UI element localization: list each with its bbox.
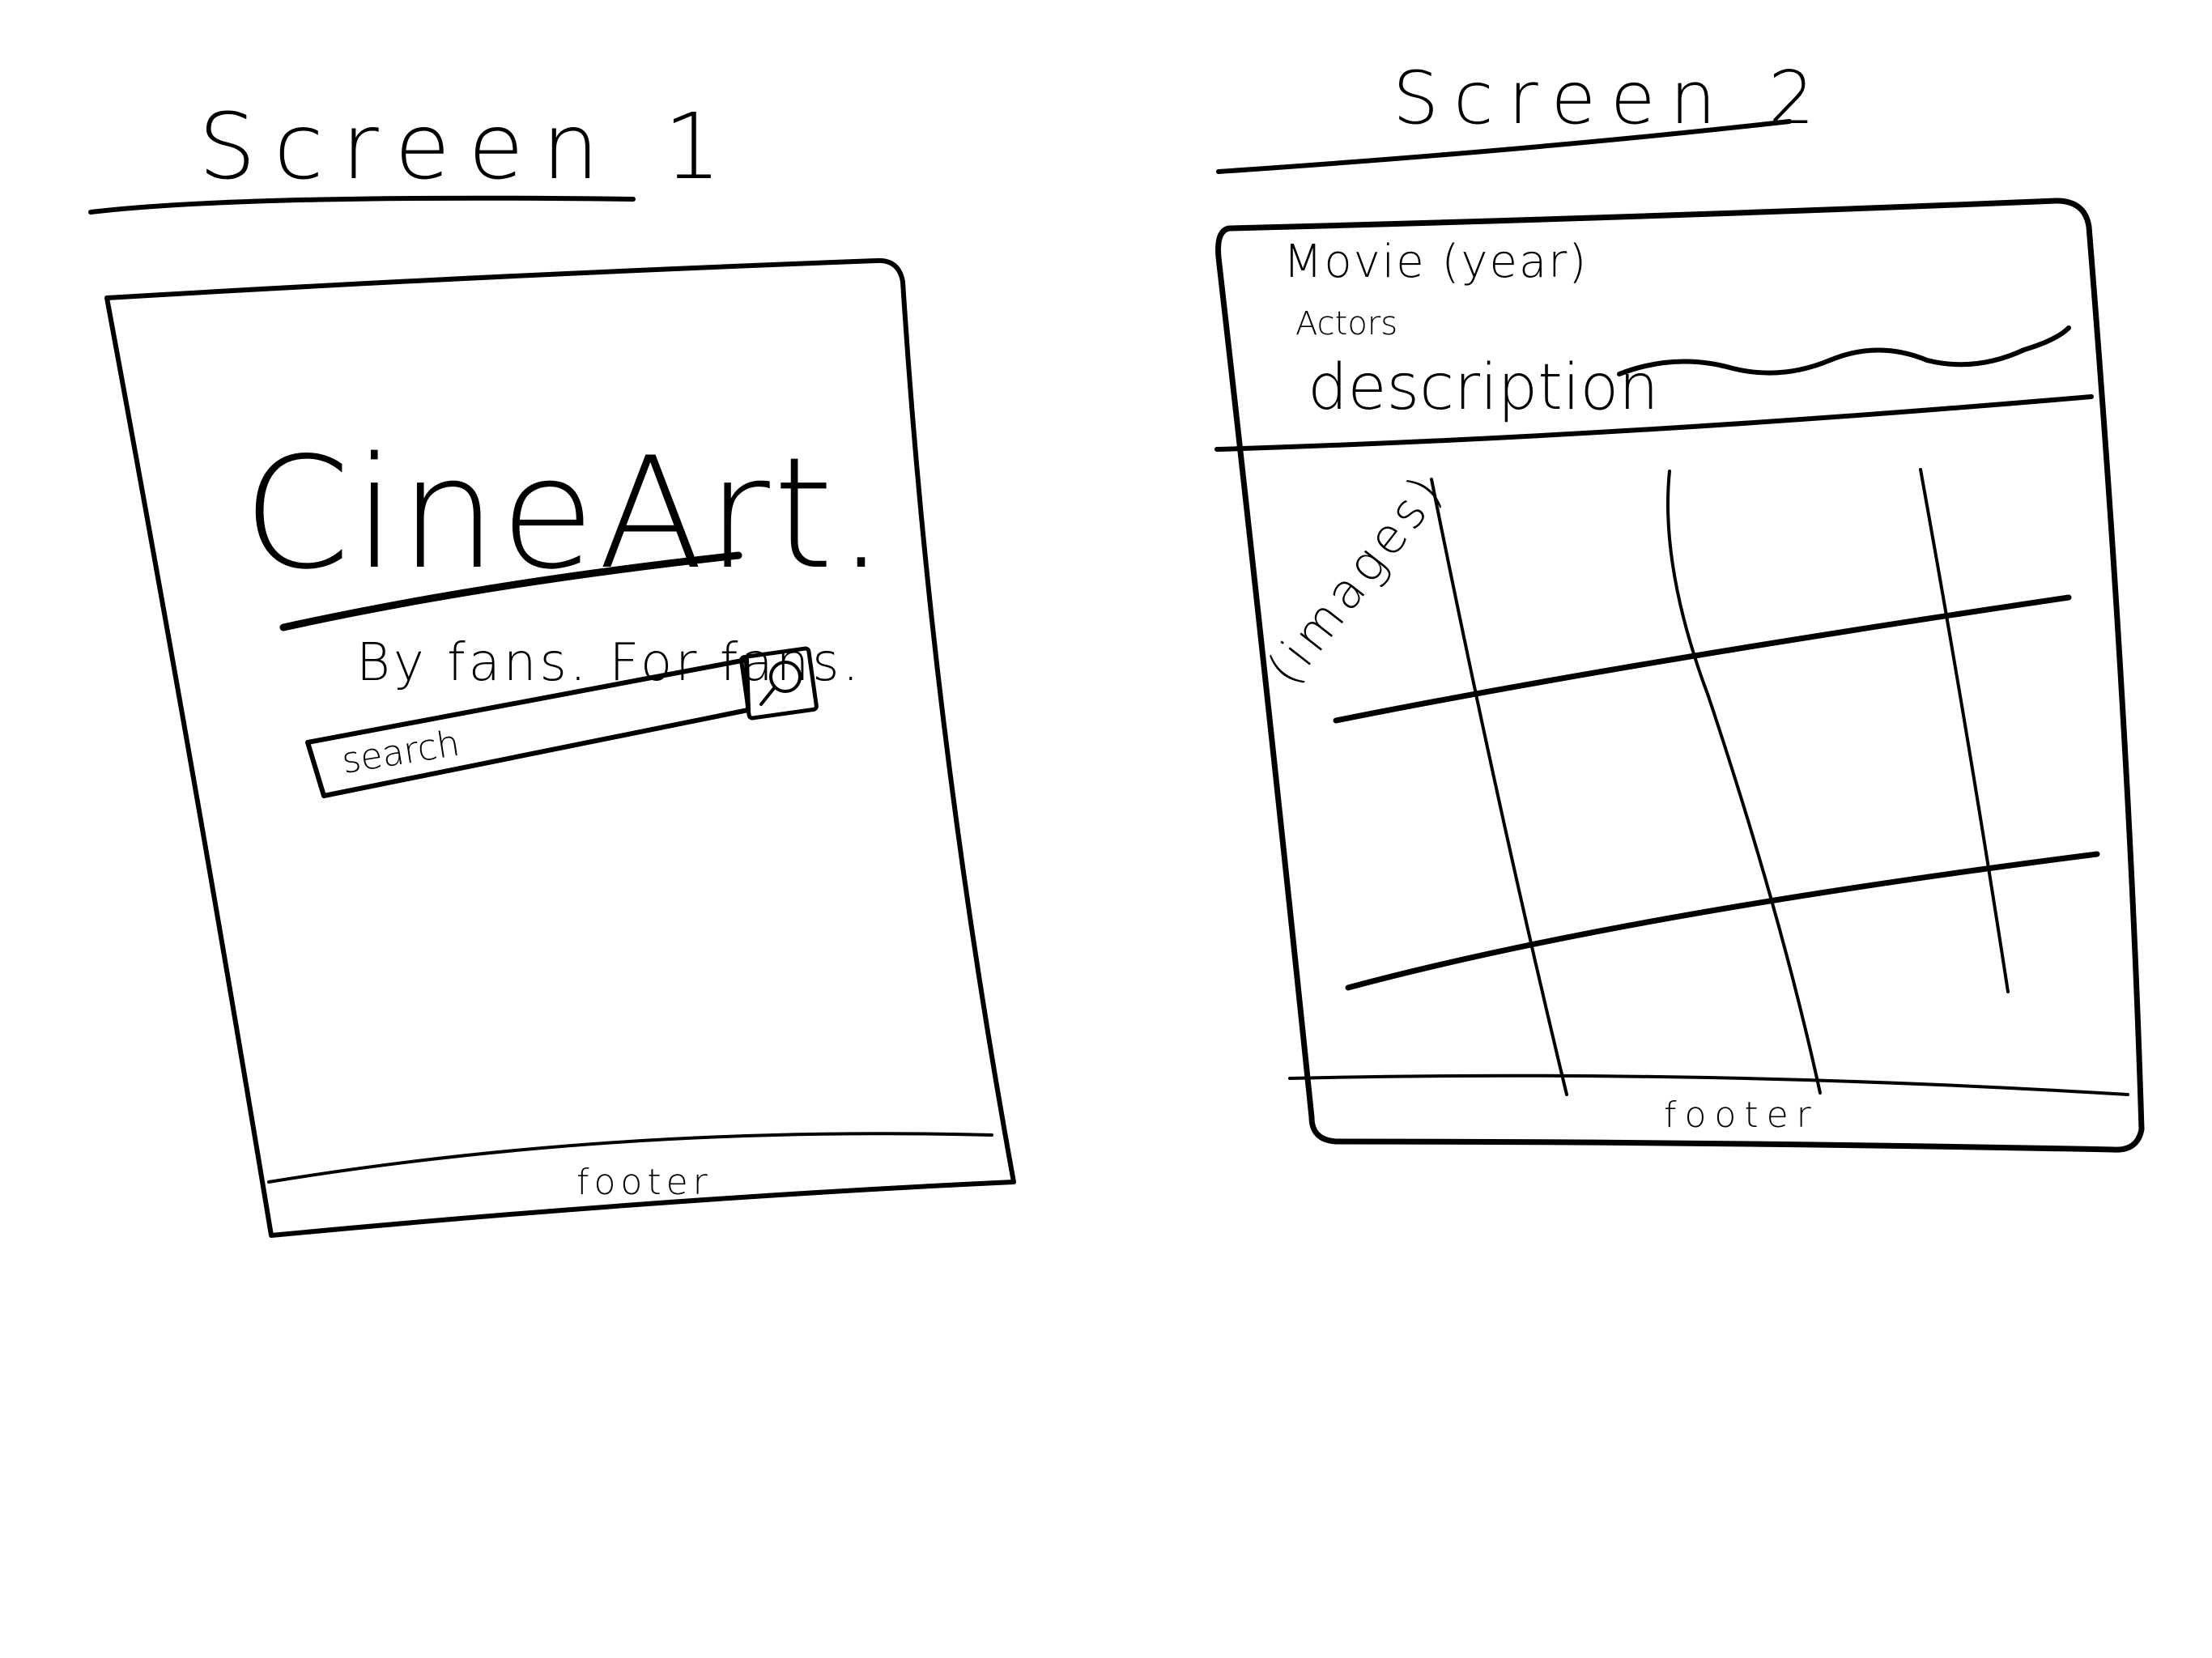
movie-description-label: description: [1308, 351, 1659, 424]
screen-2-footer-divider: [1288, 1073, 2129, 1096]
image-gallery-label: (images): [1257, 462, 1457, 695]
screen-2-heading: Screen 2: [1393, 56, 1829, 141]
screen-1-heading-underline: [88, 195, 636, 215]
movie-description-placeholder-line: [1617, 325, 2071, 376]
gallery-row-divider-2: [1345, 851, 2100, 991]
screen-1: Screen 1 CineArt. By fans. For fans. sea…: [88, 95, 1016, 1238]
screen-2-device-frame: [1215, 198, 2145, 1153]
gallery-column-divider-1: [1430, 478, 1568, 1096]
gallery-column-divider-3: [1919, 468, 2010, 993]
image-gallery: (images): [1257, 462, 2100, 1096]
movie-title: Movie (year): [1283, 236, 1588, 288]
wireframe-sketch: Screen 1 CineArt. By fans. For fans. sea…: [88, 56, 2145, 1238]
gallery-row-divider-1: [1333, 594, 2072, 724]
screen-1-footer: footer: [576, 1162, 713, 1203]
screen-2: Screen 2 Movie (year) Actors description…: [1214, 56, 2145, 1153]
movie-actors: Actors: [1295, 305, 1397, 342]
screen-2-footer: footer: [1664, 1095, 1819, 1136]
screen-1-heading: Screen 1: [198, 95, 739, 200]
gallery-column-divider-2: [1666, 470, 1822, 1095]
movie-header: Movie (year) Actors description: [1214, 236, 2094, 452]
